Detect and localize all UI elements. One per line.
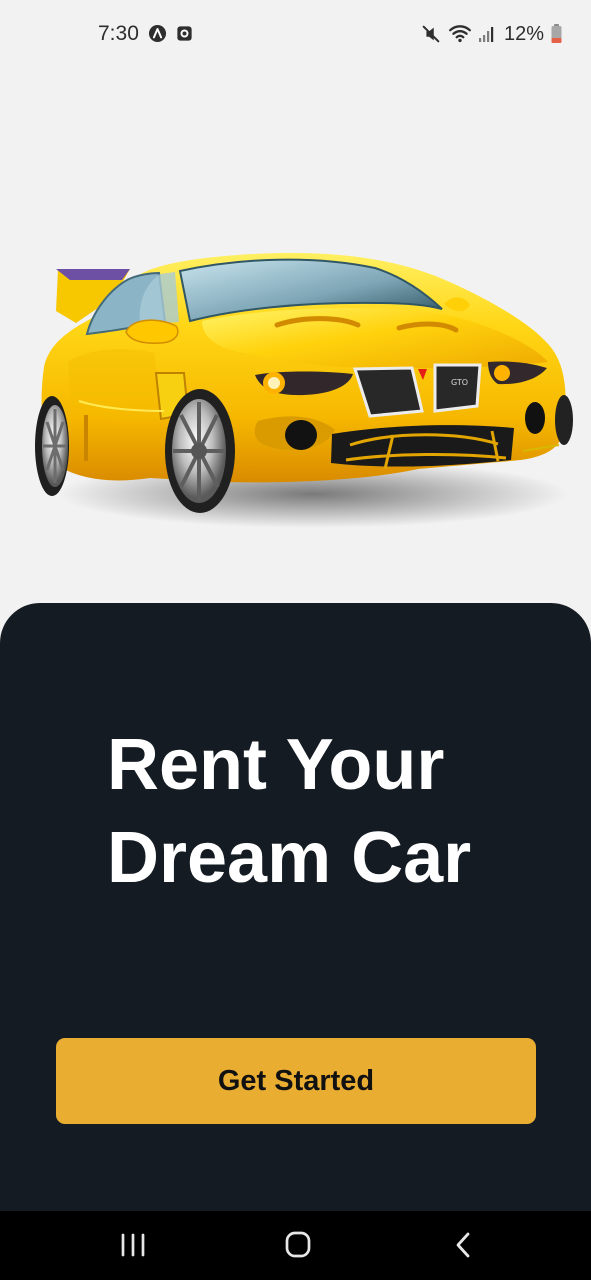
home-icon[interactable] bbox=[274, 1223, 322, 1267]
screen-record-icon bbox=[177, 26, 192, 41]
get-started-button[interactable]: Get Started bbox=[56, 1038, 536, 1124]
onboarding-screen: 7:30 12% GTO Rent Your Dream Car Get Sta… bbox=[0, 0, 591, 1280]
status-bar: 7:30 12% bbox=[0, 0, 591, 68]
headline-line-1: Rent Your bbox=[107, 725, 445, 805]
hero-image-area: GTO bbox=[0, 68, 591, 603]
back-icon[interactable] bbox=[439, 1223, 487, 1267]
android-navigation-bar bbox=[0, 1211, 591, 1280]
headline-line-2: Dream Car bbox=[107, 818, 472, 898]
recent-apps-icon[interactable] bbox=[109, 1223, 157, 1267]
onboarding-panel: Rent Your Dream Car Get Started bbox=[0, 603, 591, 1211]
status-icons: 12% bbox=[420, 20, 563, 48]
app-notification-icon bbox=[148, 24, 167, 43]
battery-icon bbox=[551, 24, 562, 43]
wifi-icon bbox=[449, 25, 471, 43]
signal-icon bbox=[478, 27, 494, 42]
battery-percentage: 12% bbox=[503, 22, 544, 45]
mute-icon bbox=[422, 25, 440, 43]
status-time: 7:30 bbox=[98, 22, 139, 45]
yellow-sports-car-image: GTO bbox=[35, 252, 573, 528]
svg-text:GTO: GTO bbox=[451, 378, 468, 387]
onboarding-headline: Rent Your Dream Car bbox=[107, 719, 527, 905]
